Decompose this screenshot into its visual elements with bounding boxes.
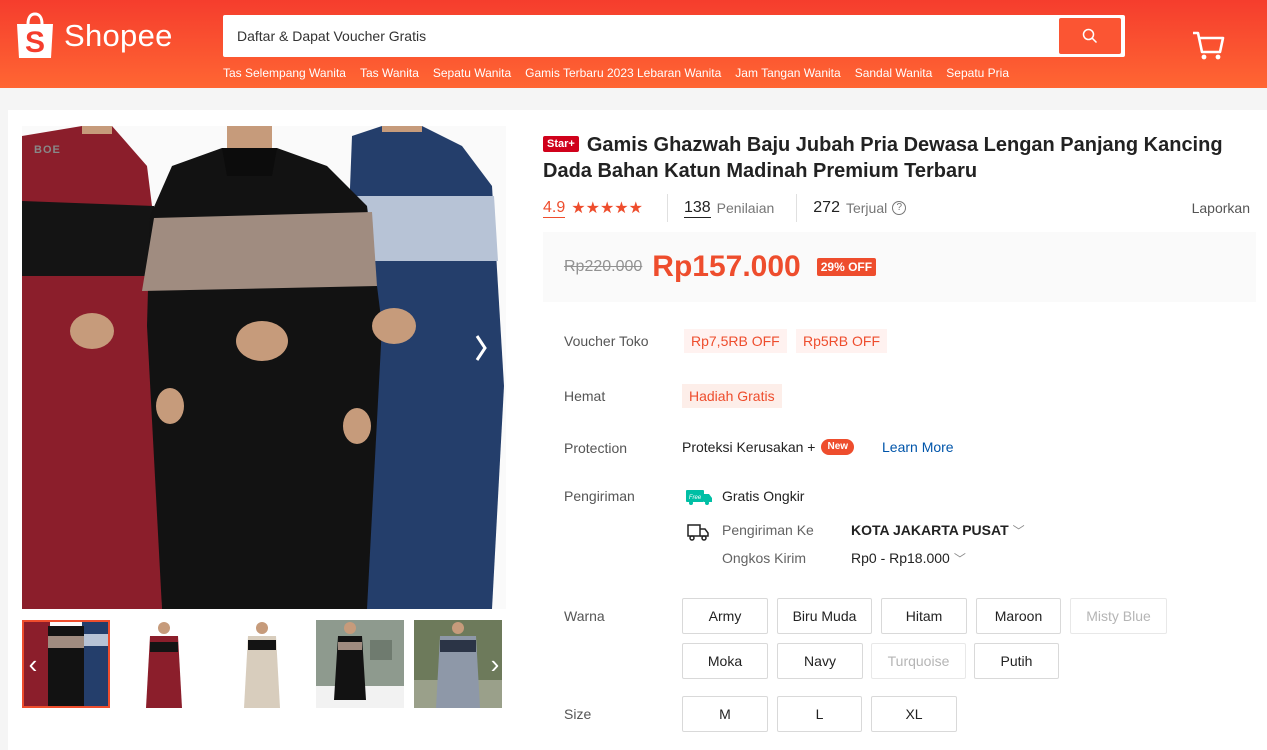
thumbnail-image — [218, 620, 306, 708]
suggestion-link[interactable]: Tas Selempang Wanita — [223, 66, 346, 80]
color-option-turquoise: Turquoise — [871, 643, 966, 679]
thumbnail[interactable] — [120, 620, 208, 708]
header: S Shopee Tas Selempang Wanita Tas Wanita… — [0, 0, 1267, 88]
protection-text: Proteksi Kerusakan + — [682, 439, 816, 455]
original-price: Rp220.000 — [564, 258, 643, 275]
star-rating-icon: ★★★★★ — [571, 200, 643, 217]
svg-text:S: S — [25, 26, 45, 59]
thumbnail-prev-button[interactable]: ‹ — [22, 644, 44, 684]
suggestion-link[interactable]: Sepatu Pria — [946, 66, 1009, 80]
chevron-right-icon: › — [490, 648, 500, 679]
suggestion-link[interactable]: Gamis Terbaru 2023 Lebaran Wanita — [525, 66, 721, 80]
discount-badge: 29% OFF — [816, 258, 877, 276]
color-option-biru-muda[interactable]: Biru Muda — [777, 598, 872, 634]
rating-value[interactable]: 4.9 — [543, 199, 566, 218]
size-option-xl[interactable]: XL — [871, 696, 957, 732]
protection-value: Proteksi Kerusakan + New — [682, 439, 855, 455]
shipping-cost-value: Rp0 - Rp18.000 — [851, 550, 950, 566]
suggestion-link[interactable]: Tas Wanita — [360, 66, 419, 80]
color-option-misty-blue: Misty Blue — [1070, 598, 1167, 634]
product-title: Star+ Gamis Ghazwah Baju Jubah Pria Dewas… — [543, 132, 1243, 184]
voucher-label: Voucher Toko — [564, 333, 649, 349]
ship-to-value: KOTA JAKARTA PUSAT — [851, 522, 1009, 538]
search-icon — [1082, 28, 1098, 44]
thumbnail[interactable] — [316, 620, 404, 708]
product-photo — [22, 126, 506, 609]
size-option-l[interactable]: L — [777, 696, 862, 732]
reviews-count[interactable]: 138 — [683, 199, 711, 218]
logo-text: Shopee — [64, 18, 173, 53]
free-shipping-text: Gratis Ongkir — [722, 488, 805, 504]
rating-row: 4.9 ★★★★★ 138 Penilaian 272 Terjual ? La… — [543, 194, 1250, 222]
color-option-moka[interactable]: Moka — [682, 643, 768, 679]
ship-to-dropdown[interactable]: KOTA JAKARTA PUSAT ﹀ — [851, 522, 1025, 539]
size-option-m[interactable]: M — [682, 696, 768, 732]
sold-count: 272 — [813, 199, 840, 216]
shipping-cost-dropdown[interactable]: Rp0 - Rp18.000 ﹀ — [851, 550, 966, 567]
sold-label: Terjual — [845, 200, 888, 216]
color-option-maroon[interactable]: Maroon — [976, 598, 1061, 634]
shopee-logo[interactable]: S Shopee — [14, 12, 173, 60]
suggestion-link[interactable]: Sepatu Wanita — [433, 66, 511, 80]
thumbnail-strip — [22, 620, 506, 708]
report-link[interactable]: Laporkan — [1192, 200, 1250, 216]
chevron-left-icon: ‹ — [28, 648, 38, 679]
cart-icon[interactable] — [1190, 28, 1226, 62]
divider — [796, 194, 798, 222]
shipping-label: Pengiriman — [564, 488, 635, 504]
size-label: Size — [564, 706, 592, 722]
protection-label: Protection — [564, 440, 628, 456]
search-suggestions: Tas Selempang Wanita Tas Wanita Sepatu W… — [223, 66, 1009, 80]
voucher-chip[interactable]: Rp7,5RB OFF — [684, 329, 787, 353]
price-box: Rp220.000 Rp157.000 29% OFF — [543, 232, 1256, 302]
search-input[interactable] — [223, 15, 1053, 57]
ship-to-label: Pengiriman Ke — [722, 522, 814, 538]
new-badge: New — [821, 439, 855, 455]
search-bar — [223, 15, 1125, 57]
help-icon[interactable]: ? — [892, 201, 907, 215]
chevron-down-icon: ﹀ — [953, 552, 966, 566]
thumbnail-next-button[interactable]: › — [484, 644, 506, 684]
thumbnail[interactable] — [218, 620, 306, 708]
chevron-down-icon: ﹀ — [1012, 524, 1025, 538]
truck-icon — [687, 524, 709, 541]
color-option-hitam[interactable]: Hitam — [881, 598, 967, 634]
color-label: Warna — [564, 608, 605, 624]
product-title-text: Gamis Ghazwah Baju Jubah Pria Dewasa Len… — [543, 134, 1223, 182]
color-option-army[interactable]: Army — [682, 598, 768, 634]
thumbnail-image — [316, 620, 404, 708]
search-button[interactable] — [1059, 18, 1121, 54]
brand-watermark: BOE — [34, 144, 61, 156]
main-product-image[interactable]: BOE — [22, 126, 506, 609]
shopping-bag-icon: S — [17, 12, 53, 59]
star-plus-badge: Star+ — [543, 136, 579, 152]
divider — [666, 194, 668, 222]
thumbnail-image — [120, 620, 208, 708]
free-gift-chip[interactable]: Hadiah Gratis — [682, 384, 782, 408]
shipping-cost-label: Ongkos Kirim — [722, 550, 807, 566]
suggestion-link[interactable]: Sandal Wanita — [855, 66, 933, 80]
hemat-label: Hemat — [564, 388, 606, 404]
free-icon-text: Free — [689, 495, 702, 501]
voucher-chip[interactable]: Rp5RB OFF — [796, 329, 888, 353]
color-option-putih[interactable]: Putih — [974, 643, 1059, 679]
suggestion-link[interactable]: Jam Tangan Wanita — [735, 66, 840, 80]
free-shipping-icon: Free — [686, 490, 712, 505]
learn-more-link[interactable]: Learn More — [882, 439, 954, 455]
reviews-label: Penilaian — [716, 200, 775, 216]
sale-price: Rp157.000 — [652, 250, 801, 283]
color-option-navy[interactable]: Navy — [777, 643, 863, 679]
